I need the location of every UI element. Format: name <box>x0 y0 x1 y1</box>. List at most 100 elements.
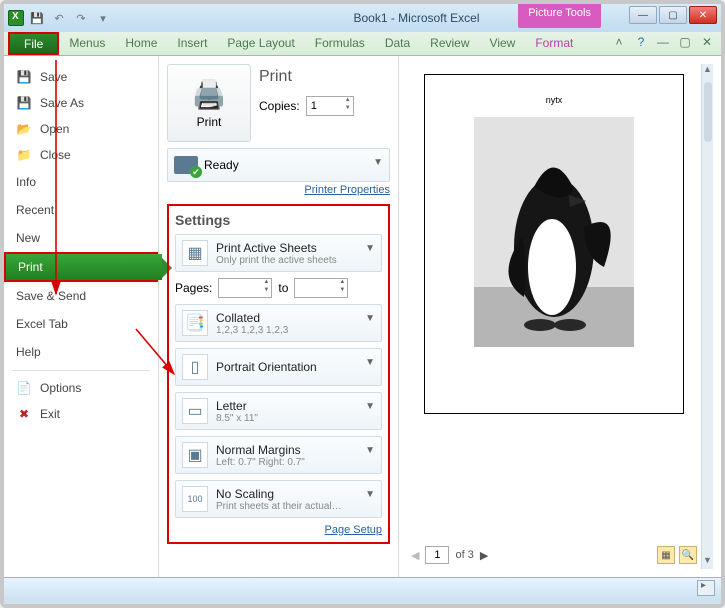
chevron-down-icon: ▼ <box>365 489 375 500</box>
chevron-down-icon: ▼ <box>365 313 375 324</box>
nav-print[interactable]: Print <box>4 252 158 282</box>
chevron-down-icon: ▼ <box>365 445 375 456</box>
page-total: of 3 <box>455 549 473 561</box>
horizontal-scroll-right[interactable] <box>697 580 715 596</box>
tab-menus[interactable]: Menus <box>59 32 115 55</box>
exit-icon: ✖ <box>16 406 32 422</box>
printer-properties-link[interactable]: Printer Properties <box>167 184 390 196</box>
vertical-scrollbar[interactable]: ▲ ▼ <box>701 64 713 569</box>
chevron-down-icon: ▼ <box>365 357 375 368</box>
show-margins-button[interactable]: ▦ <box>657 546 675 564</box>
tab-review[interactable]: Review <box>420 32 479 55</box>
margins-selector[interactable]: ▣ Normal MarginsLeft: 0.7" Right: 0.7" ▼ <box>175 436 382 474</box>
scaling-icon: 100 <box>182 486 208 512</box>
pages-label: Pages: <box>175 281 212 295</box>
nav-close[interactable]: 📁Close <box>4 142 158 168</box>
penguin-image <box>474 117 634 347</box>
qat-customize-icon[interactable]: ▾ <box>94 9 112 27</box>
tab-formulas[interactable]: Formulas <box>305 32 375 55</box>
tab-format[interactable]: Format <box>525 32 583 55</box>
preview-caption: nytx <box>546 95 563 105</box>
scaling-selector[interactable]: 100 No ScalingPrint sheets at their actu… <box>175 480 382 518</box>
ribbon-tabs: File Menus Home Insert Page Layout Formu… <box>4 32 721 56</box>
margins-icon: ▣ <box>182 442 208 468</box>
printer-selector[interactable]: Ready ▼ <box>167 148 390 182</box>
tab-home[interactable]: Home <box>115 32 167 55</box>
nav-exit[interactable]: ✖Exit <box>4 401 158 427</box>
print-button[interactable]: 🖨️ Print <box>167 64 251 142</box>
nav-save[interactable]: 💾Save <box>4 64 158 90</box>
orientation-selector[interactable]: ▯ Portrait Orientation ▼ <box>175 348 382 386</box>
titlebar: 💾 ↶ ↷ ▾ Book1 - Microsoft Excel Picture … <box>4 4 721 32</box>
page-icon: ▭ <box>182 398 208 424</box>
minimize-button[interactable]: — <box>629 6 657 24</box>
chevron-down-icon: ▼ <box>365 243 375 254</box>
settings-heading: Settings <box>175 212 382 228</box>
excel-icon <box>8 10 24 26</box>
mdi-close-icon[interactable]: ✕ <box>699 35 715 49</box>
nav-new[interactable]: New <box>4 224 158 252</box>
qat-redo-icon[interactable]: ↷ <box>72 9 90 27</box>
collate-icon: 📑 <box>182 310 208 336</box>
pages-from-spinner[interactable] <box>218 278 272 298</box>
page-setup-link[interactable]: Page Setup <box>175 524 382 536</box>
statusbar <box>4 577 721 597</box>
help-icon[interactable]: ? <box>633 35 649 49</box>
copies-label: Copies: <box>259 99 300 113</box>
nav-options[interactable]: 📄Options <box>4 375 158 401</box>
nav-recent[interactable]: Recent <box>4 196 158 224</box>
print-what-selector[interactable]: ▦ Print Active SheetsOnly print the acti… <box>175 234 382 272</box>
contextual-tool-tab[interactable]: Picture Tools <box>518 4 601 28</box>
print-panel: 🖨️ Print Print Copies: 1 Ready ▼ Printer… <box>159 56 399 577</box>
nav-help[interactable]: Help <box>4 338 158 366</box>
paper-size-selector[interactable]: ▭ Letter8.5" x 11" ▼ <box>175 392 382 430</box>
page-number-input[interactable] <box>425 546 449 564</box>
scroll-down-icon[interactable]: ▼ <box>703 555 712 569</box>
qat-save-icon[interactable]: 💾 <box>28 9 46 27</box>
collation-selector[interactable]: 📑 Collated1,2,3 1,2,3 1,2,3 ▼ <box>175 304 382 342</box>
chevron-down-icon: ▼ <box>365 401 375 412</box>
prev-page-button[interactable]: ◀ <box>411 549 419 562</box>
backstage-view: 💾Save 💾Save As 📂Open 📁Close Info Recent … <box>4 56 721 577</box>
close-folder-icon: 📁 <box>16 147 32 163</box>
to-label: to <box>278 281 288 295</box>
tab-view[interactable]: View <box>480 32 526 55</box>
close-button[interactable]: ✕ <box>689 6 717 24</box>
nav-info[interactable]: Info <box>4 168 158 196</box>
tab-page-layout[interactable]: Page Layout <box>217 32 304 55</box>
sheets-icon: ▦ <box>182 240 208 266</box>
tab-insert[interactable]: Insert <box>167 32 217 55</box>
settings-section: Settings ▦ Print Active SheetsOnly print… <box>167 204 390 544</box>
printer-ready-icon <box>174 156 198 174</box>
save-as-icon: 💾 <box>16 95 32 111</box>
ribbon-minimize-icon[interactable]: ˄ <box>611 35 627 49</box>
nav-open[interactable]: 📂Open <box>4 116 158 142</box>
scroll-thumb[interactable] <box>704 82 712 142</box>
nav-save-send[interactable]: Save & Send <box>4 282 158 310</box>
preview-navbar: ◀ of 3 ▶ ▦ 🔍 <box>407 541 701 569</box>
qat-undo-icon[interactable]: ↶ <box>50 9 68 27</box>
nav-excel-tab[interactable]: Excel Tab <box>4 310 158 338</box>
tab-data[interactable]: Data <box>375 32 420 55</box>
copies-spinner[interactable]: 1 <box>306 96 354 116</box>
print-preview: nytx <box>399 56 721 577</box>
backstage-nav: 💾Save 💾Save As 📂Open 📁Close Info Recent … <box>4 56 159 577</box>
options-icon: 📄 <box>16 380 32 396</box>
next-page-button[interactable]: ▶ <box>480 549 488 562</box>
preview-page: nytx <box>424 74 684 414</box>
open-folder-icon: 📂 <box>16 121 32 137</box>
nav-save-as[interactable]: 💾Save As <box>4 90 158 116</box>
mdi-minimize-icon[interactable]: — <box>655 35 671 49</box>
app-window: 💾 ↶ ↷ ▾ Book1 - Microsoft Excel Picture … <box>4 4 721 604</box>
file-tab[interactable]: File <box>8 32 59 55</box>
preview-canvas: nytx <box>407 64 701 541</box>
pages-to-spinner[interactable] <box>294 278 348 298</box>
maximize-button[interactable]: ▢ <box>659 6 687 24</box>
pages-range: Pages: to <box>175 278 382 298</box>
printer-icon: 🖨️ <box>192 78 227 111</box>
portrait-icon: ▯ <box>182 354 208 380</box>
zoom-to-page-button[interactable]: 🔍 <box>679 546 697 564</box>
scroll-up-icon[interactable]: ▲ <box>703 64 712 78</box>
mdi-restore-icon[interactable]: ▢ <box>677 35 693 49</box>
save-icon: 💾 <box>16 69 32 85</box>
